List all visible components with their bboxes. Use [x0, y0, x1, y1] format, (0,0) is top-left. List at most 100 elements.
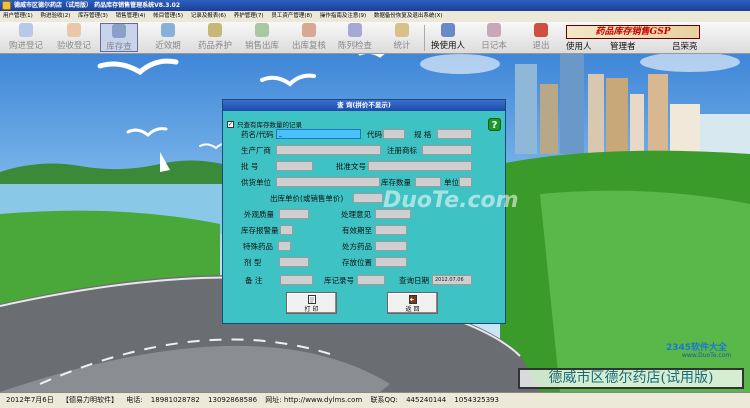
- trademark-field[interactable]: [422, 145, 472, 155]
- role-label: 管理者: [610, 42, 636, 52]
- menu-item-accounts[interactable]: 帐目管理(5): [150, 13, 186, 19]
- status-phone-label: 电话:: [126, 396, 143, 404]
- purchase-register-button[interactable]: 购进登记: [4, 23, 48, 52]
- return-button[interactable]: 返 回: [387, 292, 438, 314]
- purchase-register-icon: [19, 23, 33, 37]
- sales-out-button[interactable]: 销售出库: [240, 23, 284, 52]
- remark-field[interactable]: [280, 275, 313, 285]
- query-date-label: 查询日期: [399, 276, 429, 285]
- drug-care-icon: [208, 23, 222, 37]
- out-review-icon: [302, 23, 316, 37]
- user-label: 使用人: [566, 42, 592, 52]
- print-button[interactable]: 打 印: [286, 292, 337, 314]
- code-field[interactable]: [383, 129, 405, 139]
- status-qq-label: 联系QQ:: [370, 396, 398, 404]
- menu-item-purchase[interactable]: 购进验收(2): [38, 13, 74, 19]
- expiry-icon: [161, 23, 175, 37]
- return-icon: [408, 295, 417, 304]
- status-phone1: 18981028782: [150, 396, 200, 404]
- status-web: 网址: http://www.dylms.com: [265, 396, 363, 404]
- code-label: 代码: [367, 130, 382, 139]
- supplier-label: 供货单位: [241, 178, 271, 187]
- dialog-body: ✓ 只查有库存数量的记录 ? 药名/代码 _ 代码 规 格 生产厂商 注册商标 …: [223, 111, 505, 323]
- location-field[interactable]: [375, 257, 407, 267]
- record-no-field[interactable]: [357, 275, 385, 285]
- status-qq2: 1054325393: [454, 396, 499, 404]
- menu-item-staff[interactable]: 员工资产管理(8): [268, 13, 315, 19]
- menu-item-stock[interactable]: 库存管理(3): [75, 13, 111, 19]
- unit-label: 单位: [444, 178, 459, 187]
- only-stock-checkbox[interactable]: ✓: [227, 121, 234, 128]
- shop-name-watermark: 德威市区德尔药店(试用版): [518, 368, 744, 389]
- menu-bar: 用户管理(1) 购进验收(2) 库存管理(3) 销售管理(4) 帐目管理(5) …: [0, 11, 750, 22]
- out-price-field[interactable]: [353, 193, 383, 203]
- expiry-button[interactable]: 近效期: [148, 23, 188, 52]
- supplier-field[interactable]: [276, 177, 380, 187]
- acceptance-register-button[interactable]: 验收登记: [52, 23, 96, 52]
- manufacturer-label: 生产厂商: [241, 146, 271, 155]
- appearance-label: 外观质量: [244, 210, 274, 219]
- stock-alert-field[interactable]: [280, 225, 293, 235]
- special-drug-label: 特殊药品: [243, 242, 273, 251]
- menu-item-guide[interactable]: 操作指南及注意(9): [317, 13, 369, 19]
- window-title: 德威市区德尔药店（试用版） 药品库存销售管理系统V8.3.02: [14, 2, 180, 9]
- switch-user-button[interactable]: 换使用人: [428, 23, 468, 52]
- dosage-form-field[interactable]: [279, 257, 309, 267]
- sales-out-icon: [255, 23, 269, 37]
- out-review-button[interactable]: 出库复核: [288, 23, 330, 52]
- stock-alert-label: 库存报警量: [241, 226, 279, 235]
- display-check-button[interactable]: 陈列检查: [334, 23, 376, 52]
- menu-item-backup[interactable]: 数据备份恢复及退出系统(X): [371, 13, 446, 19]
- user-name: 吕荣亮: [672, 42, 698, 52]
- drug-name-code-label: 药名/代码: [241, 130, 274, 139]
- statistics-icon: [395, 23, 409, 37]
- stock-query-button[interactable]: 库存查: [100, 23, 138, 52]
- stock-qty-field[interactable]: [415, 177, 441, 187]
- title-bar: 德威市区德尔药店（试用版） 药品库存销售管理系统V8.3.02: [0, 0, 750, 11]
- diary-button[interactable]: 日记本: [476, 23, 512, 52]
- prescription-field[interactable]: [375, 241, 407, 251]
- approval-no-field[interactable]: [368, 161, 472, 171]
- switch-user-icon: [441, 23, 455, 37]
- help-icon[interactable]: ?: [488, 118, 501, 131]
- brand-logo: 药品库存销售GSP: [566, 25, 700, 39]
- status-date: 2012年7月6日: [6, 396, 54, 404]
- site-watermark: DuoTe.com: [383, 188, 519, 213]
- print-icon: [307, 295, 316, 304]
- drug-care-button[interactable]: 药品养护: [194, 23, 236, 52]
- batch-no-label: 批 号: [241, 162, 259, 171]
- trademark-label: 注册商标: [387, 146, 417, 155]
- handling-label: 处理意见: [341, 210, 371, 219]
- special-drug-field[interactable]: [278, 241, 291, 251]
- spec-label: 规 格: [414, 130, 432, 139]
- stock-query-icon: [112, 24, 126, 38]
- acceptance-register-icon: [67, 23, 81, 37]
- toolbar-separator: [424, 25, 425, 51]
- unit-field[interactable]: [459, 177, 472, 187]
- status-bar: 2012年7月6日 【德易力明软件】 电话: 18981028782 13092…: [0, 392, 750, 408]
- statistics-button[interactable]: 统计: [390, 23, 414, 52]
- status-qq1: 445240144: [406, 396, 447, 404]
- appearance-field[interactable]: [279, 209, 309, 219]
- menu-item-reports[interactable]: 记录及报表(6): [188, 13, 229, 19]
- menu-item-sales[interactable]: 销售管理(4): [113, 13, 149, 19]
- stock-qty-label: 库存数量: [381, 178, 411, 187]
- drug-name-code-field[interactable]: _: [276, 129, 361, 139]
- dosage-form-label: 剂 型: [244, 258, 262, 267]
- site-2345-url: www.DuoTe.com: [682, 352, 732, 359]
- exit-icon: [534, 23, 548, 37]
- only-stock-label: 只查有库存数量的记录: [237, 121, 302, 129]
- spec-field[interactable]: [437, 129, 472, 139]
- dialog-title: 查 询(拼价不显示): [223, 100, 505, 111]
- prescription-label: 处方药品: [342, 242, 372, 251]
- exit-button[interactable]: 退出: [528, 23, 554, 52]
- app-icon: [2, 1, 11, 10]
- menu-item-care[interactable]: 养护管理(7): [231, 13, 267, 19]
- remark-label: 备 注: [245, 276, 263, 285]
- diary-icon: [487, 23, 501, 37]
- query-date-field: 2012.07.06: [432, 275, 472, 285]
- valid-until-field[interactable]: [375, 225, 407, 235]
- menu-item-user[interactable]: 用户管理(1): [0, 13, 36, 19]
- manufacturer-field[interactable]: [276, 145, 381, 155]
- batch-no-field[interactable]: [276, 161, 313, 171]
